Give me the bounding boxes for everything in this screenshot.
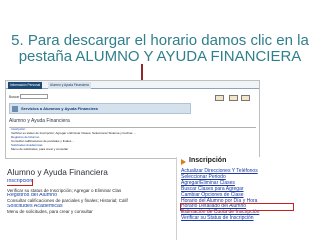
portal-tab-bar: Información Personal Alumno y Ayuda Fina… <box>6 81 259 89</box>
tab-alumno-ayuda-financiera[interactable]: Alumno y Ayuda Financiera <box>48 82 91 89</box>
inscripcion-header: Inscripción <box>181 157 251 168</box>
tab-informacion-personal[interactable]: Información Personal <box>8 82 43 89</box>
section-link-servicios[interactable]: Servicios a Alumnos y Ayuda Financiera <box>9 103 191 114</box>
toolbar-icon <box>215 95 224 101</box>
inscripcion-panel: Inscripción Actualizar Direcciones Y Tel… <box>176 157 294 240</box>
zoomed-menu: Alumno y Ayuda Financiera Inscripción Ve… <box>5 167 135 240</box>
portal-icons <box>213 93 253 113</box>
slide-title-line-2: pestaña ALUMNO Y AYUDA FINANCIERA <box>18 48 302 65</box>
toolbar-icon <box>241 95 250 101</box>
slide-title: 5. Para descargar el horario damos clic … <box>0 0 320 70</box>
portal-screenshot: Información Personal Alumno y Ayuda Fina… <box>5 80 260 159</box>
search-label: Buscar <box>9 95 20 99</box>
inscripcion-menu: Actualizar Direcciones Y Teléfonos Selec… <box>180 168 294 222</box>
portal-menu-desc: Menu de solicitudes, para crear y consul… <box>11 147 69 151</box>
folder-icon <box>12 106 18 112</box>
zoomed-list: Inscripción Verificar su status de Inscr… <box>7 179 137 214</box>
search-input[interactable] <box>20 94 48 99</box>
menu-item-verificar-status[interactable]: Verificar su Status de Inscripción <box>181 215 293 222</box>
zoomed-desc: Menu de solicitudes, para crear y consul… <box>7 209 93 215</box>
arrow-right-icon <box>181 159 186 165</box>
zoomed-heading: Alumno y Ayuda Financiera <box>7 167 108 177</box>
portal-menu: Inscripción Verificar su status de Inscr… <box>9 127 256 157</box>
portal-heading: Alumno y Ayuda Financiera <box>9 118 70 124</box>
toolbar-icon <box>229 95 238 101</box>
inscripcion-header-label: Inscripción <box>189 157 227 164</box>
section-link-label: Servicios a Alumnos y Ayuda Financiera <box>21 106 98 111</box>
zoomed-inscripcion-link[interactable]: Inscripción <box>7 179 34 186</box>
